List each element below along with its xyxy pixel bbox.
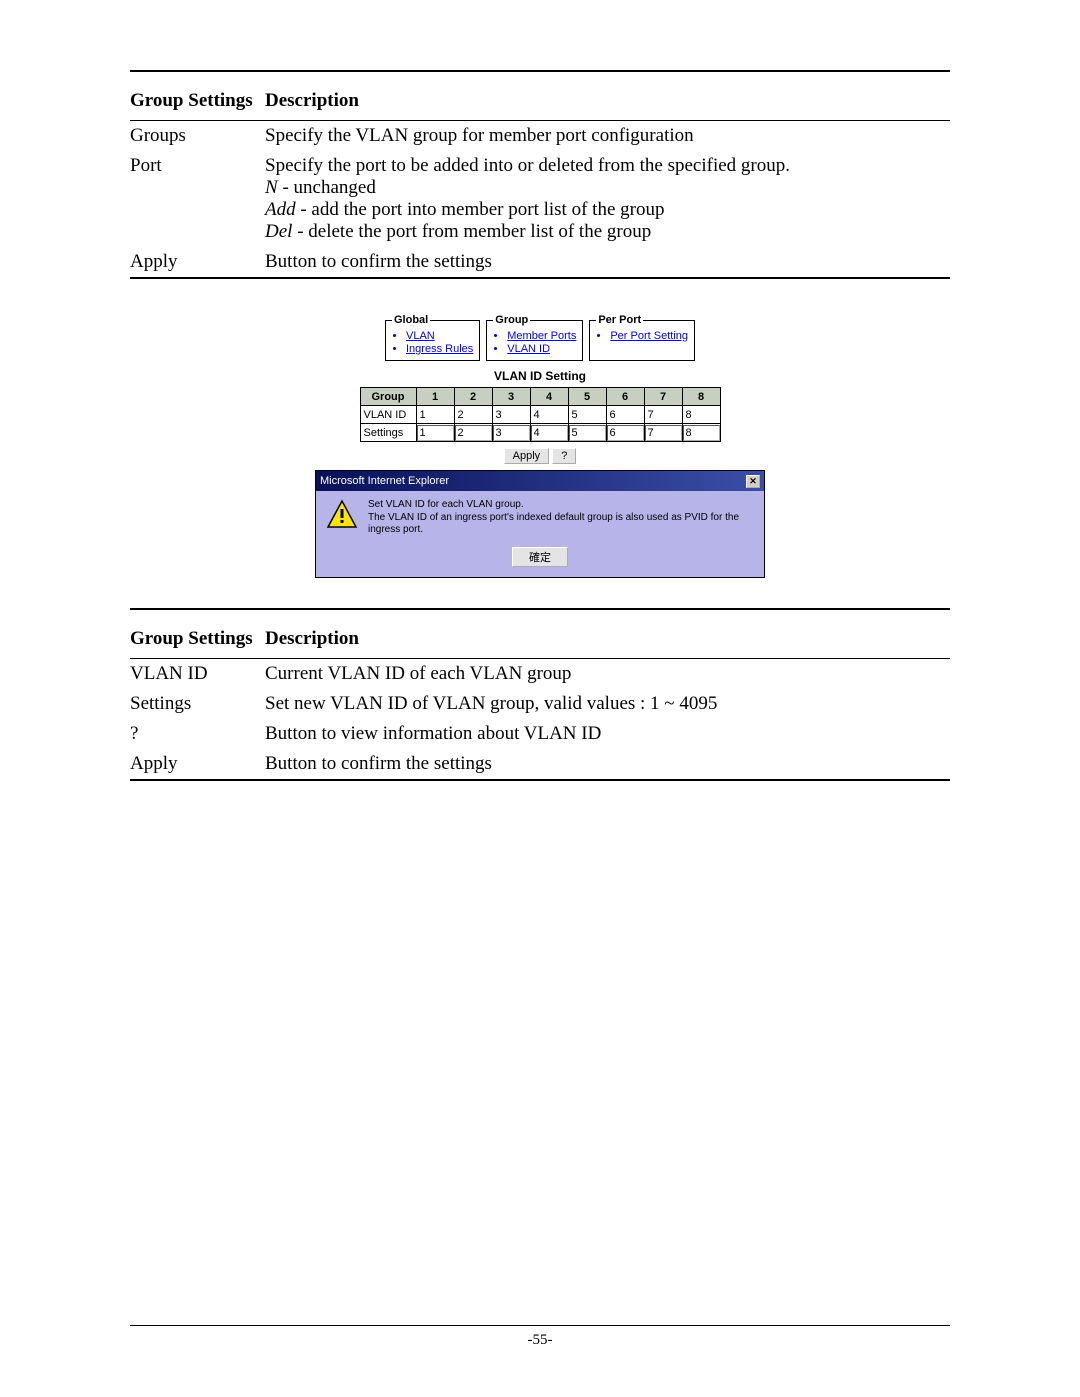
nav-global-fieldset: Global VLAN Ingress Rules xyxy=(385,314,480,361)
table-row: Groups Specify the VLAN group for member… xyxy=(130,121,950,151)
col-3: 3 xyxy=(492,388,530,406)
group-settings-table-2: Group Settings Description VLAN ID Curre… xyxy=(130,610,950,779)
divider xyxy=(130,1325,950,1326)
row-vlan-id: VLAN ID 1 2 3 4 5 6 7 8 xyxy=(360,406,720,424)
msgbox-text: Set VLAN ID for each VLAN group. The VLA… xyxy=(368,499,754,537)
row-settings: Settings xyxy=(360,424,720,442)
apply-button[interactable]: Apply xyxy=(504,448,550,464)
col-2: 2 xyxy=(454,388,492,406)
th-group-settings: Group Settings xyxy=(130,72,265,120)
nav-link-per-port-setting[interactable]: Per Port Setting xyxy=(610,330,688,342)
table-row: Apply Button to confirm the settings xyxy=(130,749,950,779)
nav-link-ingress-rules[interactable]: Ingress Rules xyxy=(406,343,473,355)
table-row: Settings Set new VLAN ID of VLAN group, … xyxy=(130,689,950,719)
group-settings-table-1: Group Settings Description Groups Specif… xyxy=(130,72,950,277)
ok-button[interactable]: 確定 xyxy=(512,547,568,567)
nav-group-legend: Group xyxy=(493,314,530,326)
row-settings-label: Settings xyxy=(360,424,416,442)
section-title: VLAN ID Setting xyxy=(315,369,765,383)
row-vlanid-label: VLAN ID xyxy=(360,406,416,424)
nav-perport-fieldset: Per Port Per Port Setting xyxy=(589,314,695,361)
warning-icon xyxy=(326,499,358,529)
vlanid-cell: 7 xyxy=(644,406,682,424)
row-label: Apply xyxy=(130,247,265,277)
col-6: 6 xyxy=(606,388,644,406)
settings-input-2[interactable] xyxy=(455,425,492,441)
vlan-id-table: Group 1 2 3 4 5 6 7 8 VLAN ID 1 2 3 4 5 … xyxy=(360,387,721,442)
nav-group-fieldset: Group Member Ports VLAN ID xyxy=(486,314,583,361)
settings-input-7[interactable] xyxy=(645,425,682,441)
settings-input-8[interactable] xyxy=(683,425,720,441)
col-4: 4 xyxy=(530,388,568,406)
table-row: ? Button to view information about VLAN … xyxy=(130,719,950,749)
help-button[interactable]: ? xyxy=(552,448,576,464)
th-group-settings: Group Settings xyxy=(130,610,265,658)
nav-global-legend: Global xyxy=(392,314,430,326)
nav-link-vlan[interactable]: VLAN xyxy=(406,330,473,342)
vlanid-cell: 1 xyxy=(416,406,454,424)
col-8: 8 xyxy=(682,388,720,406)
row-label: Groups xyxy=(130,121,265,151)
vlan-id-setting-screenshot: Global VLAN Ingress Rules Group Member P… xyxy=(315,314,765,578)
row-desc: Set new VLAN ID of VLAN group, valid val… xyxy=(265,689,950,719)
row-label: Apply xyxy=(130,749,265,779)
col-group: Group xyxy=(360,388,416,406)
settings-input-4[interactable] xyxy=(531,425,568,441)
row-label: VLAN ID xyxy=(130,659,265,689)
table-row: Port Specify the port to be added into o… xyxy=(130,151,950,247)
vlanid-cell: 4 xyxy=(530,406,568,424)
nav-link-vlan-id[interactable]: VLAN ID xyxy=(507,343,576,355)
row-desc: Specify the VLAN group for member port c… xyxy=(265,121,950,151)
row-desc: Button to view information about VLAN ID xyxy=(265,719,950,749)
row-label: Settings xyxy=(130,689,265,719)
th-description: Description xyxy=(265,610,950,658)
row-label: Port xyxy=(130,151,265,247)
col-7: 7 xyxy=(644,388,682,406)
row-label: ? xyxy=(130,719,265,749)
divider xyxy=(130,277,950,279)
row-desc: Button to confirm the settings xyxy=(265,247,950,277)
col-5: 5 xyxy=(568,388,606,406)
settings-input-3[interactable] xyxy=(493,425,530,441)
vlanid-cell: 8 xyxy=(682,406,720,424)
row-desc: Button to confirm the settings xyxy=(265,749,950,779)
vlanid-cell: 2 xyxy=(454,406,492,424)
col-1: 1 xyxy=(416,388,454,406)
nav-perport-legend: Per Port xyxy=(596,314,643,326)
divider xyxy=(130,779,950,781)
table-row: VLAN ID Current VLAN ID of each VLAN gro… xyxy=(130,659,950,689)
settings-input-6[interactable] xyxy=(607,425,644,441)
row-desc: Current VLAN ID of each VLAN group xyxy=(265,659,950,689)
message-box: Microsoft Internet Explorer ✕ Set VLAN I… xyxy=(315,470,765,578)
table-row: Apply Button to confirm the settings xyxy=(130,247,950,277)
page-number: -55- xyxy=(130,1332,950,1349)
msgbox-title: Microsoft Internet Explorer xyxy=(320,475,449,487)
page-footer: -55- xyxy=(130,1325,950,1349)
settings-input-5[interactable] xyxy=(569,425,606,441)
settings-input-1[interactable] xyxy=(417,425,454,441)
row-desc: Specify the port to be added into or del… xyxy=(265,151,950,247)
vlanid-cell: 5 xyxy=(568,406,606,424)
vlanid-cell: 3 xyxy=(492,406,530,424)
vlanid-cell: 6 xyxy=(606,406,644,424)
close-icon[interactable]: ✕ xyxy=(746,475,760,488)
th-description: Description xyxy=(265,72,950,120)
nav-link-member-ports[interactable]: Member Ports xyxy=(507,330,576,342)
